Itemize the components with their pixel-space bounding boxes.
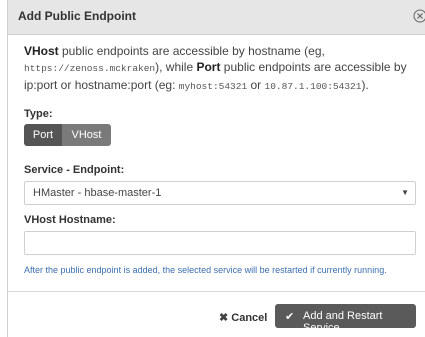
endpoint-description: VHost public endpoints are accessible by… <box>24 44 407 92</box>
vhost-example: https://zenoss.mckraken <box>24 63 156 74</box>
close-x-icon: ✖ <box>219 312 229 324</box>
chevron-down-icon: ▼ <box>401 188 409 197</box>
type-option-port[interactable]: Port <box>24 124 62 146</box>
add-and-restart-label: Add and Restart Service <box>303 310 383 334</box>
add-public-endpoint-dialog: Add Public Endpoint VHost public endpoin… <box>7 0 425 337</box>
port-term: Port <box>196 60 221 74</box>
footer-divider <box>8 291 425 292</box>
vhost-hostname-input[interactable] <box>24 231 416 255</box>
service-endpoint-select[interactable]: HMaster - hbase-master-1 ▼ <box>24 181 416 205</box>
vhost-hostname-label: VHost Hostname: <box>24 214 116 226</box>
checkmark-icon: ✔ <box>285 311 295 323</box>
add-and-restart-button[interactable]: ✔ Add and Restart Service <box>275 304 416 334</box>
type-label: Type: <box>24 108 53 120</box>
restart-note: After the public endpoint is added, the … <box>24 265 387 275</box>
port-example-1: myhost:54321 <box>178 81 248 92</box>
dialog-header: Add Public Endpoint <box>8 0 425 35</box>
cancel-label: Cancel <box>231 312 268 324</box>
type-option-vhost[interactable]: VHost <box>62 124 111 146</box>
vhost-term: VHost <box>24 44 59 58</box>
service-endpoint-label: Service - Endpoint: <box>24 164 125 176</box>
dialog-title: Add Public Endpoint <box>18 9 136 23</box>
service-endpoint-value: HMaster - hbase-master-1 <box>33 187 162 199</box>
cancel-button[interactable]: ✖ Cancel <box>219 311 267 324</box>
close-icon[interactable] <box>413 9 425 23</box>
port-example-2: 10.87.1.100:54321 <box>264 81 362 92</box>
type-toggle: Port VHost <box>24 124 111 146</box>
